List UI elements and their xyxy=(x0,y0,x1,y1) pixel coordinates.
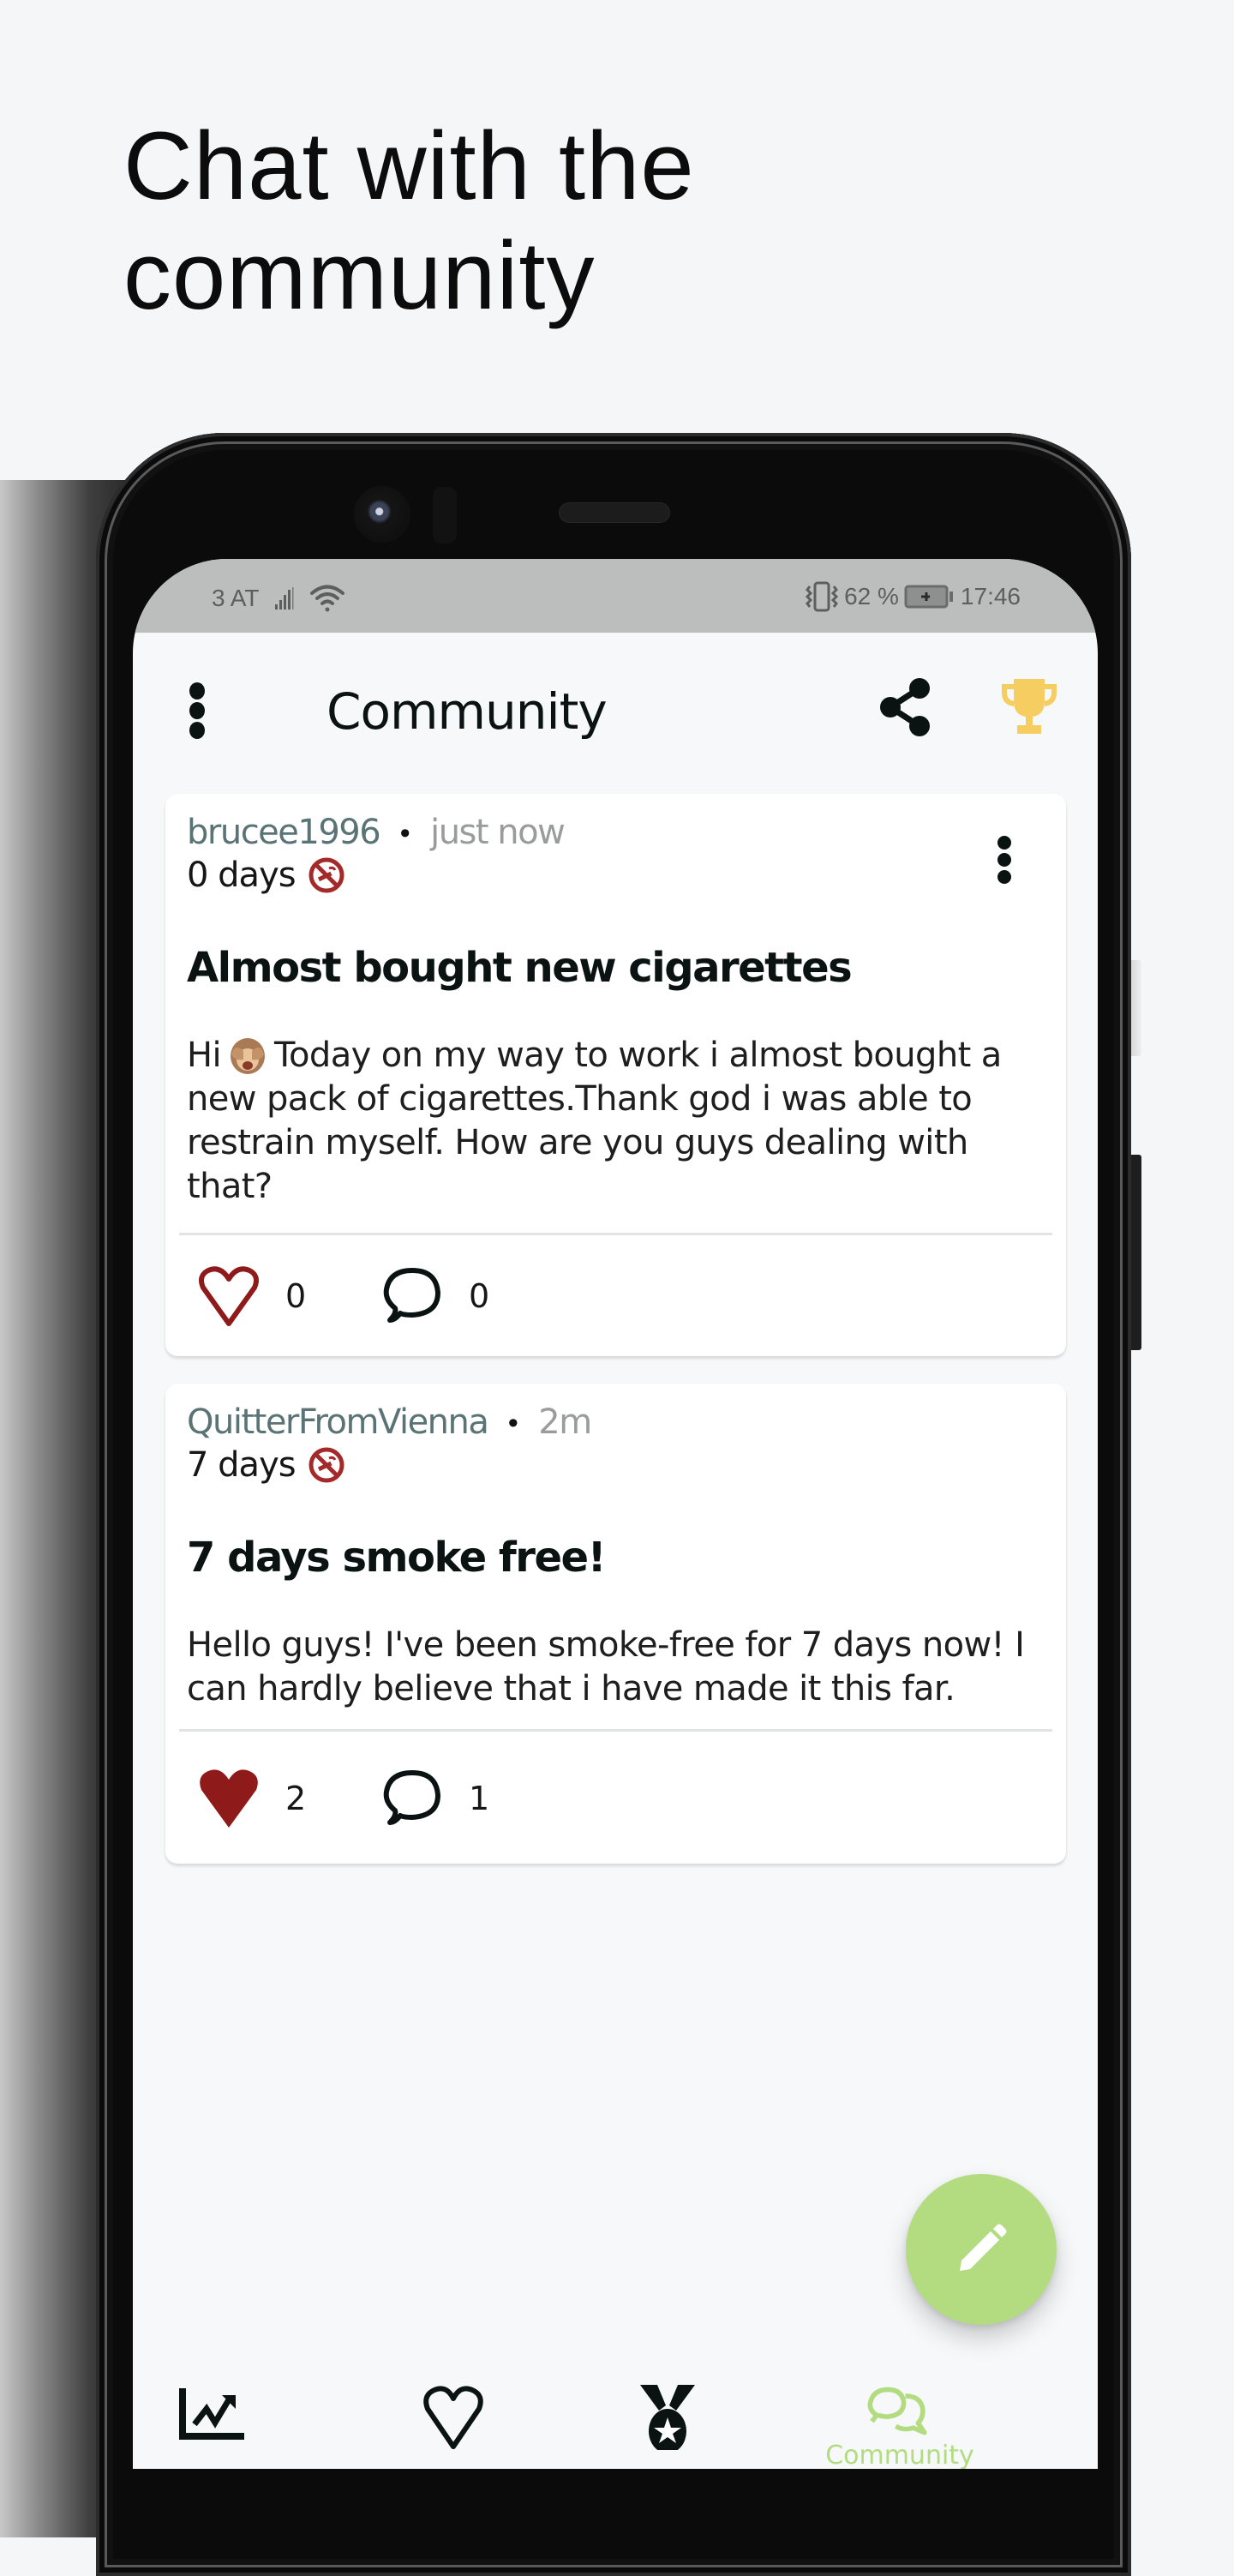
card-divider xyxy=(179,1729,1052,1732)
post-actions: 2 1 xyxy=(195,1766,520,1831)
comment-bubble-icon[interactable] xyxy=(378,1264,446,1329)
post-title: Almost bought new cigarettes xyxy=(187,944,853,992)
carrier-name: 3 AT xyxy=(212,585,260,611)
like-count: 0 xyxy=(285,1277,307,1315)
wifi-icon xyxy=(309,583,345,614)
like-heart-filled-icon[interactable] xyxy=(195,1766,263,1831)
post-time: 2m xyxy=(538,1402,592,1442)
post-body-rest: Today on my way to work i almost bought … xyxy=(187,1036,1002,1206)
post-card-2[interactable]: QuitterFromVienna • 2m 7 days 7 days smo… xyxy=(165,1384,1066,1864)
meta-separator: • xyxy=(505,1408,522,1440)
chat-bubbles-icon xyxy=(867,2387,927,2435)
post-actions: 0 0 xyxy=(195,1264,520,1329)
share-icon[interactable] xyxy=(878,677,931,737)
nav-item-progress[interactable] xyxy=(162,2385,265,2469)
no-smoking-icon xyxy=(308,1447,344,1483)
post-body-start: Hi xyxy=(187,1036,222,1075)
medal-icon xyxy=(640,2385,695,2450)
bottom-navigation: Community xyxy=(133,2385,1098,2469)
headline-line-2: community xyxy=(123,222,596,329)
post-body: Hi Today on my way to work i almost bough… xyxy=(187,1034,1044,1209)
battery-percent: 62 % xyxy=(844,583,899,609)
post-title: 7 days smoke free! xyxy=(187,1534,606,1582)
new-post-button[interactable] xyxy=(906,2174,1057,2325)
headline-line-1: Chat with the xyxy=(123,112,695,219)
app-bar: Community xyxy=(133,633,1098,778)
post-body: Hello guys! I've been smoke-free for 7 d… xyxy=(187,1625,1025,1708)
phone-screen: 3 AT 62 % 17:46 Community brucee1996 • j… xyxy=(133,559,1098,2469)
vibrate-icon xyxy=(805,581,839,612)
earpiece-speaker xyxy=(560,503,669,522)
post-time: just now xyxy=(430,813,566,852)
status-bar: 3 AT 62 % 17:46 xyxy=(133,559,1098,633)
clock: 17:46 xyxy=(960,583,1021,609)
card-divider xyxy=(179,1233,1052,1235)
phone-power-button xyxy=(1131,1155,1141,1350)
post-more-icon[interactable] xyxy=(994,835,1015,888)
more-vertical-icon[interactable] xyxy=(184,682,210,739)
nav-item-health[interactable] xyxy=(402,2385,505,2469)
signal-icon xyxy=(274,587,294,609)
see-no-evil-monkey-emoji xyxy=(231,1038,265,1074)
chart-trending-up-icon xyxy=(179,2388,244,2440)
heart-outline-icon xyxy=(423,2386,483,2449)
like-count: 2 xyxy=(285,1780,307,1817)
smoke-free-days: 7 days xyxy=(187,1445,345,1485)
post-card-1[interactable]: brucee1996 • just now 0 days Almost boug… xyxy=(165,794,1066,1356)
nav-item-community[interactable]: Community xyxy=(825,2385,974,2469)
days-count: 7 days xyxy=(187,1445,297,1485)
phone-side-button xyxy=(1131,960,1141,1056)
nav-item-achievements[interactable] xyxy=(616,2385,719,2469)
comment-count: 0 xyxy=(469,1277,490,1315)
page-title: Community xyxy=(326,682,608,741)
proximity-sensor xyxy=(433,487,457,543)
front-camera xyxy=(354,486,410,543)
post-username[interactable]: QuitterFromVienna xyxy=(187,1402,489,1442)
post-username[interactable]: brucee1996 xyxy=(187,813,381,852)
post-meta: QuitterFromVienna • 2m xyxy=(187,1402,592,1442)
battery-charging-icon xyxy=(904,585,955,609)
no-smoking-icon xyxy=(308,857,344,893)
pencil-icon xyxy=(960,2224,1007,2271)
comment-bubble-icon[interactable] xyxy=(378,1766,446,1831)
nav-label-community: Community xyxy=(825,2441,974,2469)
trophy-icon[interactable] xyxy=(998,677,1060,737)
headline: Chat with the community xyxy=(123,111,695,331)
smoke-free-days: 0 days xyxy=(187,856,345,895)
post-meta: brucee1996 • just now xyxy=(187,813,566,852)
meta-separator: • xyxy=(397,818,414,850)
comment-count: 1 xyxy=(469,1780,490,1817)
days-count: 0 days xyxy=(187,856,297,895)
like-heart-outline-icon[interactable] xyxy=(195,1264,263,1329)
